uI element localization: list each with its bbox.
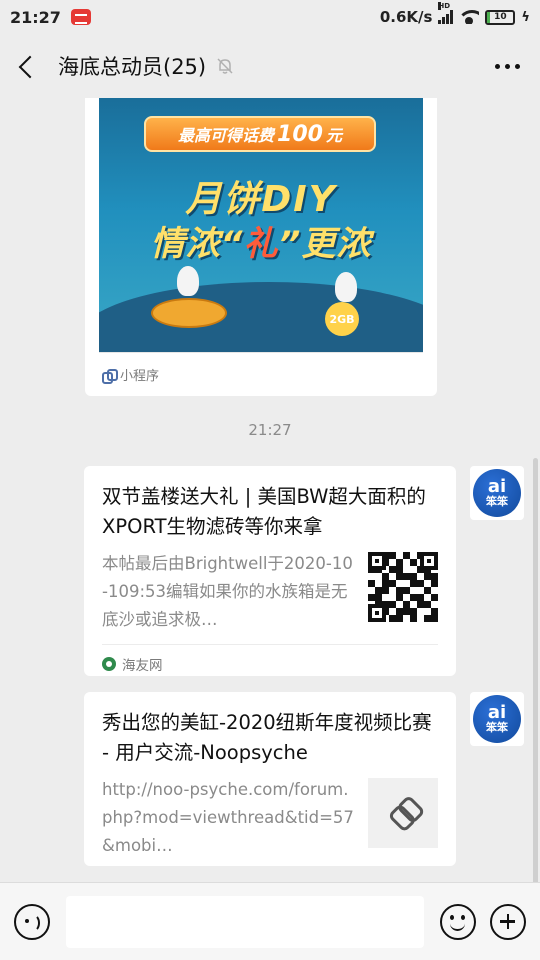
battery-icon: 10 xyxy=(485,9,516,25)
mooncake-figure xyxy=(151,298,227,328)
mini-program-footer: 小程序 xyxy=(99,352,423,396)
notification-icon xyxy=(70,9,91,25)
link-card-description: http://noo-psyche.com/forum.php?mod=view… xyxy=(102,780,354,855)
link-card-title: 双节盖楼送大礼 | 美国BW超大面积的XPORT生物滤砖等你来拿 xyxy=(102,485,426,538)
back-icon[interactable] xyxy=(16,55,38,77)
plus-icon[interactable] xyxy=(490,903,526,940)
promo-unit: 元 xyxy=(325,126,342,145)
chat-messages[interactable]: 最高可得话费 100 元 月饼DIY 情浓“礼”更浓 2GB 小程序 21:27… xyxy=(0,98,540,882)
mini-program-image: 最高可得话费 100 元 月饼DIY 情浓“礼”更浓 2GB xyxy=(99,98,423,352)
charging-icon: ϟ xyxy=(521,9,530,25)
promo-ribbon: 最高可得话费 100 元 xyxy=(144,116,376,152)
avatar[interactable]: ai 笨笨 xyxy=(470,692,524,746)
promo-headline-1: 月饼DIY xyxy=(185,179,337,220)
wifi-icon xyxy=(459,10,480,24)
status-right: 0.6K/s HD 10 ϟ xyxy=(379,2,530,26)
promo-amount: 100 xyxy=(277,121,323,147)
rabbit-figure xyxy=(177,266,199,296)
promo-headline-2: 情浓“礼”更浓 xyxy=(150,224,372,264)
avatar-logo: ai 笨笨 xyxy=(473,469,521,517)
link-card-body: 本帖最后由Brightwell于2020-10-109:53编辑如果你的水族箱是… xyxy=(102,550,438,634)
promo-text: 最高可得话费 xyxy=(178,126,275,145)
emoji-icon[interactable] xyxy=(440,903,476,940)
mini-program-label: 小程序 xyxy=(120,369,160,384)
link-icon xyxy=(379,789,427,837)
status-bar: 21:27 0.6K/s HD 10 ϟ xyxy=(0,0,540,34)
link-card[interactable]: 双节盖楼送大礼 | 美国BW超大面积的XPORT生物滤砖等你来拿 本帖最后由Br… xyxy=(84,466,456,676)
avatar-logo: ai 笨笨 xyxy=(473,695,521,743)
rabbit-figure xyxy=(335,272,357,302)
network-speed: 0.6K/s xyxy=(379,8,433,26)
hill-shape xyxy=(99,282,423,352)
battery-level: 10 xyxy=(494,11,507,22)
scrollbar[interactable] xyxy=(533,458,538,882)
input-bar xyxy=(0,882,540,960)
link-card-body: http://noo-psyche.com/forum.php?mod=view… xyxy=(102,776,438,860)
link-card[interactable]: 秀出您的美缸-2020纽斯年度视频比赛 - 用户交流-Noopsyche htt… xyxy=(84,692,456,866)
mute-bell-icon xyxy=(217,58,233,74)
status-time: 21:27 xyxy=(10,7,61,27)
signal-icon: HD xyxy=(438,2,454,24)
avatar[interactable]: ai 笨笨 xyxy=(470,466,524,520)
more-icon[interactable] xyxy=(495,63,524,69)
chat-title: 海底总动员(25) xyxy=(58,55,207,79)
data-coin: 2GB xyxy=(325,302,359,336)
link-card-description: 本帖最后由Brightwell于2020-10-109:53编辑如果你的水族箱是… xyxy=(102,554,353,629)
message-timestamp: 21:27 xyxy=(248,421,292,439)
source-icon xyxy=(102,656,116,671)
voice-icon[interactable] xyxy=(14,903,50,940)
message-input[interactable] xyxy=(66,895,424,948)
source-name: 海友网 xyxy=(122,657,163,674)
mini-program-icon xyxy=(101,368,118,384)
link-card-source: 海友网 xyxy=(102,644,438,682)
link-card-title: 秀出您的美缸-2020纽斯年度视频比赛 - 用户交流-Noopsyche xyxy=(102,711,432,764)
signal-hd-label: HD xyxy=(438,2,451,10)
qr-code-icon xyxy=(368,552,438,622)
link-thumbnail xyxy=(368,778,438,848)
mini-program-card[interactable]: 最高可得话费 100 元 月饼DIY 情浓“礼”更浓 2GB 小程序 xyxy=(85,98,437,396)
chat-header: 海底总动员(25) xyxy=(0,34,540,98)
